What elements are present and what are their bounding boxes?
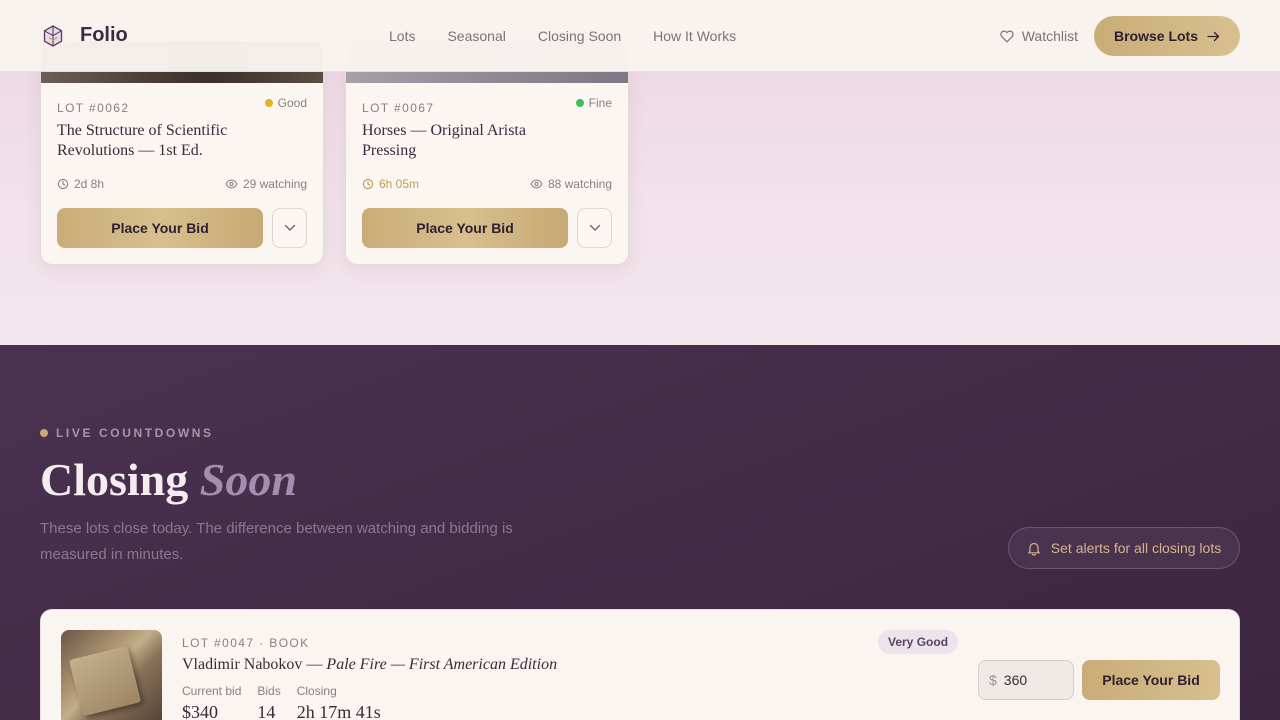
closing-stat: Closing 2h 17m 41s (297, 684, 381, 720)
brand-name: Folio (80, 24, 128, 46)
condition-tag: Fine (575, 96, 612, 110)
lot-number: LOT #0047 · BOOK (182, 636, 310, 650)
closing-countdown: 2h 17m 41s (296, 702, 381, 720)
watch-count: 88 watching (530, 177, 612, 191)
arrow-right-icon (1207, 31, 1220, 41)
lot-author: Vladimir Nabokov — (182, 656, 327, 673)
browse-lots-label: Browse Lots (1113, 28, 1198, 44)
watch-count-value: 29 watching (242, 177, 307, 191)
place-bid-button[interactable]: Place Your Bid (57, 208, 263, 248)
bid-amount-value: 360 (1003, 672, 1028, 688)
lot-card[interactable]: LOT #0067 Fine Horses — Original Arista … (345, 40, 629, 265)
main-nav: Lots Seasonal Closing Soon How It Works (389, 0, 736, 72)
closing-lot-info: LOT #0047 · BOOK Vladimir Nabokov — Pale… (182, 636, 557, 720)
heart-icon (1000, 30, 1014, 42)
watchlist-link[interactable]: Watchlist (1000, 28, 1078, 44)
lot-title[interactable]: Vladimir Nabokov — Pale Fire — First Ame… (182, 656, 557, 674)
closing-lot-card[interactable]: LOT #0047 · BOOK Vladimir Nabokov — Pale… (40, 609, 1240, 720)
lot-meta: 2d 8h 29 watching (57, 177, 307, 191)
card-body: LOT #0062 Good The Structure of Scientif… (57, 96, 307, 161)
bid-amount-input[interactable]: $ 360 (978, 660, 1074, 700)
watchlist-label: Watchlist (1021, 28, 1078, 44)
current-bid-value: $340 (182, 702, 218, 720)
eyebrow-label: LIVE COUNTDOWNS (56, 426, 214, 440)
lot-work: Pale Fire — First American Edition (326, 656, 558, 673)
section-description: These lots close today. The difference b… (40, 520, 513, 563)
clock-icon (362, 178, 374, 190)
lot-title[interactable]: Horses — Original Arista Pressing (362, 121, 582, 161)
bell-icon (1027, 542, 1040, 556)
condition-label: Good (277, 96, 307, 110)
site-header: Folio Lots Seasonal Closing Soon How It … (0, 0, 1280, 72)
browse-lots-button[interactable]: Browse Lots (1094, 16, 1240, 56)
card-body: LOT #0067 Fine Horses — Original Arista … (362, 96, 612, 161)
clock-icon (57, 178, 69, 190)
lot-stats: Current bid $340 Bids 14 Closing 2h 17m … (182, 684, 557, 720)
lot-number: LOT #0067 (362, 101, 435, 115)
bids-stat: Bids 14 (257, 684, 280, 720)
lot-title[interactable]: The Structure of Scientific Revolutions … (57, 121, 277, 161)
time-left-value: 6h 05m (379, 177, 420, 191)
title-main: Closing (40, 454, 189, 505)
title-accent: Soon (199, 454, 297, 505)
closing-soon-section: LIVE COUNTDOWNS Closing Soon These lots … (0, 345, 1280, 720)
eye-icon (530, 179, 543, 189)
bids-value: 14 (257, 702, 276, 720)
lot-meta: 6h 05m 88 watching (362, 177, 612, 191)
closing-label: Closing (296, 684, 337, 698)
lot-card[interactable]: LOT #0062 Good The Structure of Scientif… (40, 40, 324, 265)
place-bid-button[interactable]: Place Your Bid (362, 208, 568, 248)
condition-label: Fine (588, 96, 612, 110)
bids-label: Bids (257, 684, 281, 698)
condition-tag: Good (264, 96, 307, 110)
chevron-down-icon (589, 224, 600, 231)
condition-dot (264, 99, 273, 107)
time-left: 2d 8h (57, 177, 104, 191)
brand[interactable]: Folio (40, 23, 128, 49)
chevron-down-icon (284, 224, 295, 231)
expand-lot-button[interactable] (272, 208, 307, 248)
time-left-value: 2d 8h (74, 177, 105, 191)
set-alerts-label: Set alerts for all closing lots (1050, 540, 1222, 556)
card-actions: Place Your Bid (57, 208, 307, 248)
expand-lot-button[interactable] (577, 208, 612, 248)
place-bid-button[interactable]: Place Your Bid (1082, 660, 1220, 700)
live-dot (40, 429, 48, 437)
currency-symbol: $ (989, 672, 997, 688)
nav-seasonal[interactable]: Seasonal (447, 28, 505, 44)
watch-count-value: 88 watching (547, 177, 612, 191)
folio-logo-icon (40, 23, 66, 49)
current-bid-stat: Current bid $340 (182, 684, 241, 720)
lot-thumbnail[interactable] (61, 630, 162, 720)
current-bid-label: Current bid (182, 684, 242, 698)
book-image (68, 645, 142, 717)
time-left: 6h 05m (362, 177, 419, 191)
nav-closing-soon[interactable]: Closing Soon (538, 28, 621, 44)
section-title: Closing Soon (40, 453, 297, 506)
condition-badge: Very Good (878, 630, 959, 654)
nav-how-it-works[interactable]: How It Works (653, 28, 736, 44)
set-alerts-button[interactable]: Set alerts for all closing lots (1008, 527, 1240, 569)
nav-lots[interactable]: Lots (389, 28, 415, 44)
card-actions: Place Your Bid (362, 208, 612, 248)
header-actions: Watchlist Browse Lots (1000, 16, 1240, 56)
condition-dot (575, 99, 584, 107)
section-eyebrow: LIVE COUNTDOWNS (40, 426, 214, 440)
watch-count: 29 watching (225, 177, 307, 191)
eye-icon (225, 179, 238, 189)
